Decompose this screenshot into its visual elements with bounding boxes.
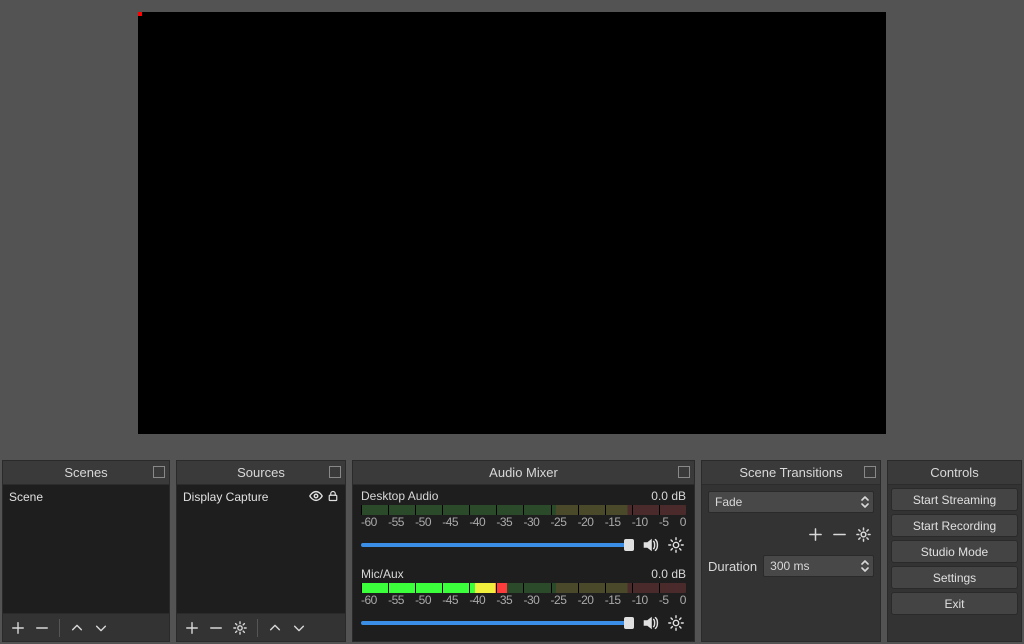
start-recording-button[interactable]: Start Recording: [891, 514, 1018, 537]
mixer-titlebar[interactable]: Audio Mixer: [353, 461, 694, 485]
channel-level: 0.0 dB: [651, 489, 686, 503]
transition-select[interactable]: Fade: [708, 491, 874, 513]
detach-icon[interactable]: [153, 466, 165, 478]
sources-toolbar: [177, 613, 345, 641]
preview-canvas[interactable]: [138, 12, 886, 434]
add-scene-button[interactable]: [7, 617, 29, 639]
start-streaming-button[interactable]: Start Streaming: [891, 488, 1018, 511]
move-source-up-button[interactable]: [264, 617, 286, 639]
controls-body: Start Streaming Start Recording Studio M…: [888, 485, 1021, 641]
transitions-titlebar[interactable]: Scene Transitions: [702, 461, 880, 485]
studio-mode-button[interactable]: Studio Mode: [891, 540, 1018, 563]
scenes-toolbar: [3, 613, 169, 641]
duration-input[interactable]: 300 ms: [763, 555, 874, 577]
detach-icon[interactable]: [329, 466, 341, 478]
channel-meter: -60-55-50-45-40-35-30-25-20-15-10-50: [361, 583, 686, 601]
controls-titlebar[interactable]: Controls: [888, 461, 1021, 485]
remove-source-button[interactable]: [205, 617, 227, 639]
mute-button[interactable]: [640, 613, 660, 633]
move-scene-down-button[interactable]: [90, 617, 112, 639]
settings-button[interactable]: Settings: [891, 566, 1018, 589]
mute-button[interactable]: [640, 535, 660, 555]
detach-icon[interactable]: [864, 466, 876, 478]
scenes-dock: Scenes Scene: [2, 460, 170, 642]
mixer-title: Audio Mixer: [489, 465, 558, 480]
visibility-icon[interactable]: [309, 489, 323, 506]
channel-settings-button[interactable]: [666, 613, 686, 633]
channel-name: Mic/Aux: [361, 567, 404, 581]
transition-settings-button[interactable]: [852, 523, 874, 545]
mixer-dock: Audio Mixer Desktop Audio 0.0 dB -60-55-…: [352, 460, 695, 642]
mixer-channel: Mic/Aux 0.0 dB -60-55-50-45-40-35-30-25-…: [361, 567, 686, 633]
dock-row: Scenes Scene Sources Display Capture: [0, 460, 1024, 644]
transitions-body: Fade Duration 300 ms: [702, 485, 880, 641]
separator: [257, 619, 258, 637]
channel-settings-button[interactable]: [666, 535, 686, 555]
move-scene-up-button[interactable]: [66, 617, 88, 639]
scenes-title: Scenes: [64, 465, 107, 480]
add-transition-button[interactable]: [804, 523, 826, 545]
source-item-label: Display Capture: [183, 490, 309, 504]
channel-level: 0.0 dB: [651, 567, 686, 581]
detach-icon[interactable]: [678, 466, 690, 478]
mixer-channel: Desktop Audio 0.0 dB -60-55-50-45-40-35-…: [361, 489, 686, 555]
add-source-button[interactable]: [181, 617, 203, 639]
scene-item-label: Scene: [9, 490, 163, 504]
mixer-body: Desktop Audio 0.0 dB -60-55-50-45-40-35-…: [353, 485, 694, 641]
source-handle[interactable]: [138, 12, 142, 16]
channel-name: Desktop Audio: [361, 489, 438, 503]
channel-meter: -60-55-50-45-40-35-30-25-20-15-10-50: [361, 505, 686, 523]
transition-selected: Fade: [715, 495, 742, 509]
duration-value: 300 ms: [770, 559, 809, 573]
separator: [59, 619, 60, 637]
controls-dock: Controls Start Streaming Start Recording…: [887, 460, 1022, 642]
scenes-list: Scene: [3, 485, 169, 641]
spinner-icon[interactable]: [859, 558, 871, 574]
meter-scale: -60-55-50-45-40-35-30-25-20-15-10-50: [361, 593, 686, 607]
source-settings-button[interactable]: [229, 617, 251, 639]
sources-titlebar[interactable]: Sources: [177, 461, 345, 485]
transitions-title: Scene Transitions: [739, 465, 842, 480]
controls-title: Controls: [930, 465, 978, 480]
meter-scale: -60-55-50-45-40-35-30-25-20-15-10-50: [361, 515, 686, 529]
sources-list: Display Capture: [177, 485, 345, 641]
lock-icon[interactable]: [327, 489, 339, 506]
transitions-dock: Scene Transitions Fade Duration 300 ms: [701, 460, 881, 642]
move-source-down-button[interactable]: [288, 617, 310, 639]
scene-item[interactable]: Scene: [3, 485, 169, 509]
slider-thumb[interactable]: [624, 539, 634, 551]
volume-slider[interactable]: [361, 621, 634, 625]
slider-thumb[interactable]: [624, 617, 634, 629]
source-item[interactable]: Display Capture: [177, 485, 345, 509]
sources-dock: Sources Display Capture: [176, 460, 346, 642]
updown-icon: [859, 494, 871, 510]
remove-scene-button[interactable]: [31, 617, 53, 639]
sources-title: Sources: [237, 465, 285, 480]
exit-button[interactable]: Exit: [891, 592, 1018, 615]
duration-label: Duration: [708, 559, 757, 574]
remove-transition-button[interactable]: [828, 523, 850, 545]
volume-slider[interactable]: [361, 543, 634, 547]
preview-area: [0, 0, 1024, 460]
scenes-titlebar[interactable]: Scenes: [3, 461, 169, 485]
